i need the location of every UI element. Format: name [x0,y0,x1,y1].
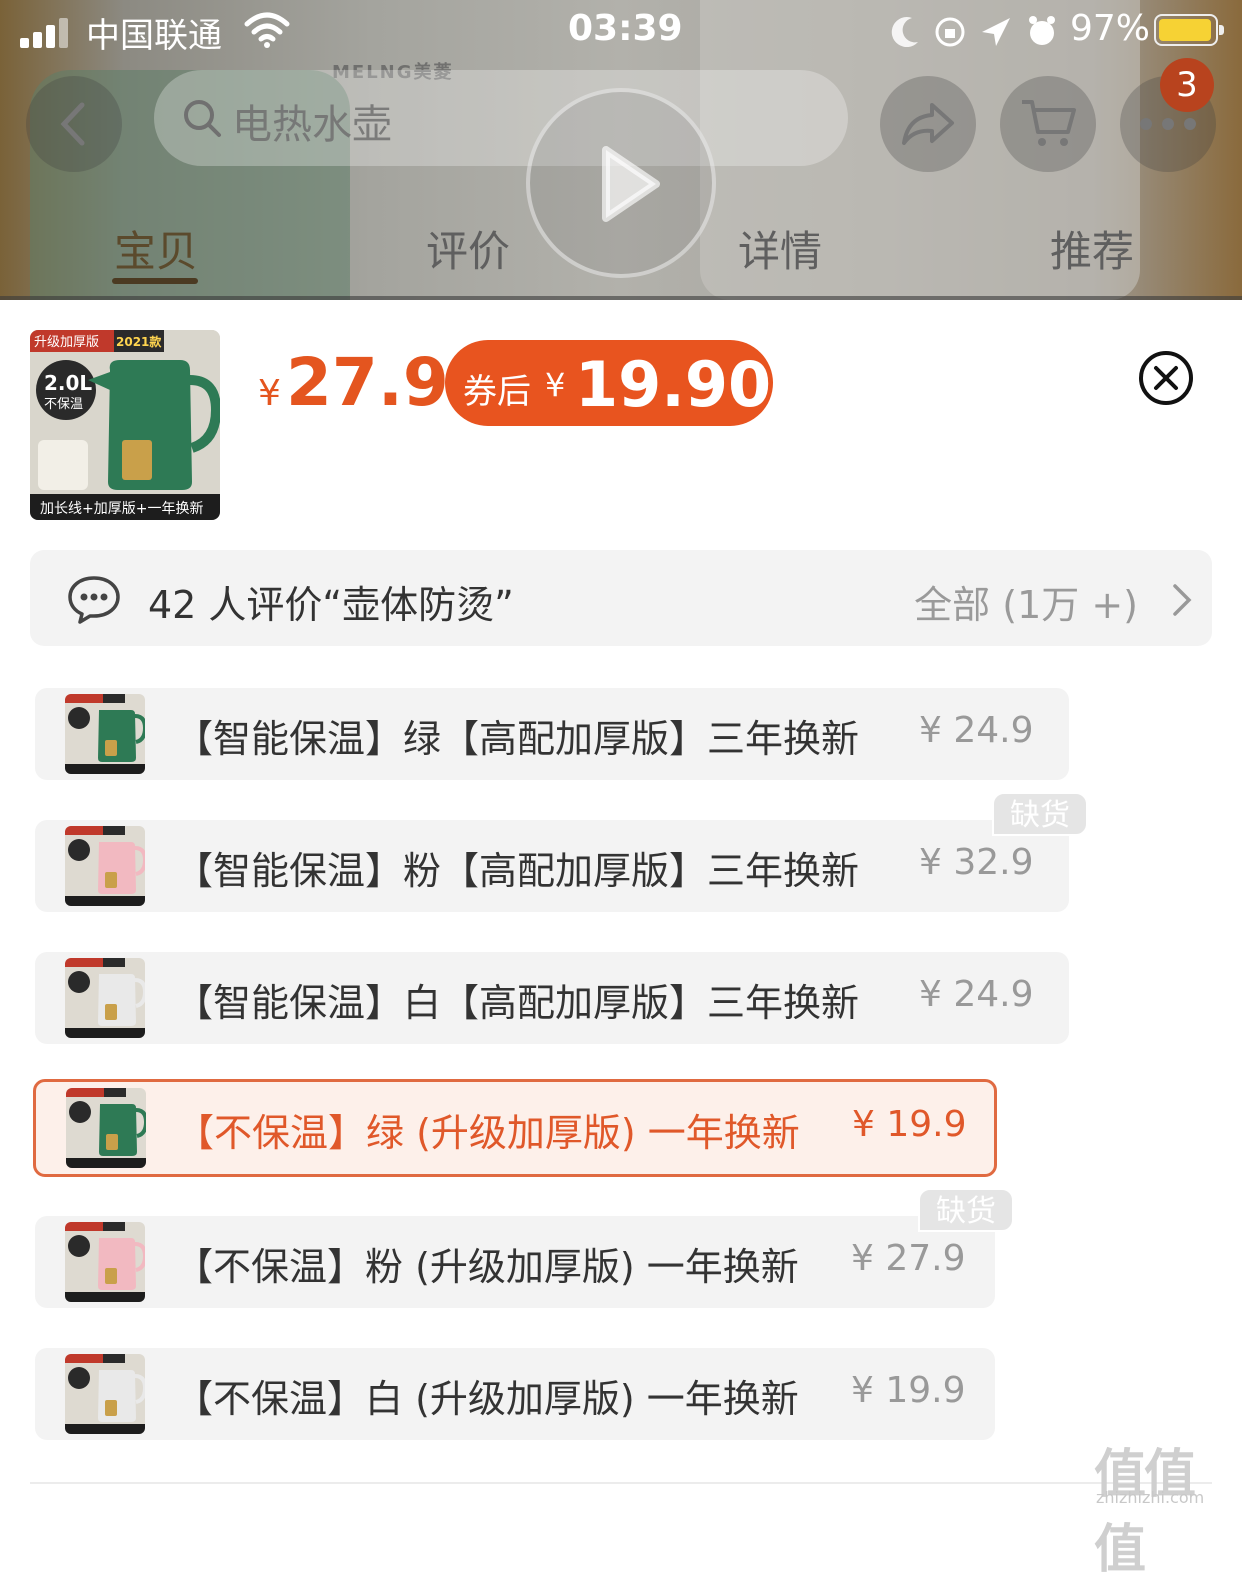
back-button[interactable] [26,76,122,172]
sku-thumbnail [65,958,145,1038]
share-icon [902,103,954,145]
status-bar: 中国联通 03:39 97% [0,0,1242,64]
product-header: MELNG美菱 中国联通 03:39 97% 电热水壶 3 宝贝 评价 详情 推… [0,0,1242,300]
sku-thumbnail [66,1088,146,1168]
watermark-domain: zhizhizhi.com [1096,1488,1205,1507]
sku-option[interactable]: 【智能保温】白【高配加厚版】三年换新 ¥ 24.9 [35,952,1069,1044]
sku-price: ¥ 24.9 [919,710,1034,751]
sku-name: 【不保温】粉 (升级加厚版) 一年换新 [175,1245,799,1289]
cart-icon [1022,100,1076,146]
battery-icon [1154,14,1224,46]
tab-details[interactable]: 详情 [738,218,822,279]
carrier-label: 中国联通 [86,16,222,56]
sku-price: ¥ 32.9 [919,842,1034,883]
chat-bubble-icon [68,576,120,624]
sku-name: 【智能保温】绿【高配加厚版】三年换新 [175,717,860,761]
cart-count-badge: 3 [1160,58,1214,112]
all-reviews-link[interactable]: 全部 (1万 +) [914,574,1138,629]
svg-text:加长线+加厚版+一年换新: 加长线+加厚版+一年换新 [40,500,203,517]
sku-price: ¥ 27.9 [851,1238,966,1279]
close-button[interactable] [1138,350,1194,410]
sku-thumbnail [65,826,145,906]
out-of-stock-badge: 缺货 [992,792,1088,836]
battery-level [1159,19,1211,41]
tab-baobei[interactable]: 宝贝 [114,218,198,279]
tab-reviews[interactable]: 评价 [426,218,510,279]
watermark-logo: 值值值 [1094,1445,1196,1580]
search-icon [184,100,221,137]
battery-percent: 97% [1070,8,1151,49]
sku-price: ¥ 24.9 [919,974,1034,1015]
svg-text:不保温: 不保温 [44,397,83,412]
share-button[interactable] [880,76,976,172]
location-icon [982,18,1010,46]
coupon-price-badge: 券后 ¥ 19.90 [445,340,773,426]
sku-name: 【不保温】白 (升级加厚版) 一年换新 [175,1377,799,1421]
clock: 03:39 [568,8,683,49]
chevron-right-icon [1173,584,1192,616]
sku-option[interactable]: 【不保温】绿 (升级加厚版) 一年换新 ¥ 19.9 [33,1079,997,1177]
search-input[interactable]: 电热水壶 [154,70,848,166]
sku-option[interactable]: 【不保温】白 (升级加厚版) 一年换新 ¥ 19.9 [35,1348,995,1440]
more-icon [1140,118,1196,130]
kettle-image: 升级加厚版 2021款 2.0L 不保温 加长线+加厚版+一年换新 [30,330,220,520]
review-highlight-text: 42 人评价“壶体防烫” [148,583,514,627]
sku-option[interactable]: 【不保温】粉 (升级加厚版) 一年换新 ¥ 27.9 [35,1216,995,1308]
search-placeholder: 电热水壶 [232,102,392,148]
sku-name: 【智能保温】粉【高配加厚版】三年换新 [175,849,860,893]
selected-product-thumbnail[interactable]: 升级加厚版 2021款 2.0L 不保温 加长线+加厚版+一年换新 [30,330,220,520]
sku-thumbnail [65,1222,145,1302]
back-icon [60,102,85,146]
wifi-icon [244,12,290,48]
alarm-icon [1030,21,1054,45]
sku-option[interactable]: 【智能保温】粉【高配加厚版】三年换新 ¥ 32.9 [35,820,1069,912]
tab-recommend[interactable]: 推荐 [1050,218,1134,279]
current-price: ¥ 27.9 [258,344,449,421]
review-summary-bar[interactable]: 42 人评价“壶体防烫” 全部 (1万 +) [30,550,1212,646]
status-icons [891,16,1055,48]
sku-name: 【智能保温】白【高配加厚版】三年换新 [175,981,860,1025]
sku-thumbnail [65,1354,145,1434]
sku-name: 【不保温】绿 (升级加厚版) 一年换新 [176,1111,800,1155]
svg-text:升级加厚版: 升级加厚版 [34,335,99,350]
sku-price: ¥ 19.9 [852,1104,967,1145]
sku-thumbnail [65,694,145,774]
active-tab-indicator [112,278,198,284]
sku-price: ¥ 19.9 [851,1370,966,1411]
svg-text:2021款: 2021款 [116,334,162,349]
sku-option[interactable]: 【智能保温】绿【高配加厚版】三年换新 ¥ 24.9 [35,688,1069,780]
svg-text:2.0L: 2.0L [44,371,92,395]
out-of-stock-badge: 缺货 [918,1188,1014,1232]
signal-icon [20,18,72,48]
cart-button[interactable] [1000,76,1096,172]
divider [30,1482,1212,1484]
play-icon [602,146,660,222]
play-video-button[interactable] [526,88,716,278]
close-icon [1139,351,1193,405]
moon-icon [891,17,918,48]
